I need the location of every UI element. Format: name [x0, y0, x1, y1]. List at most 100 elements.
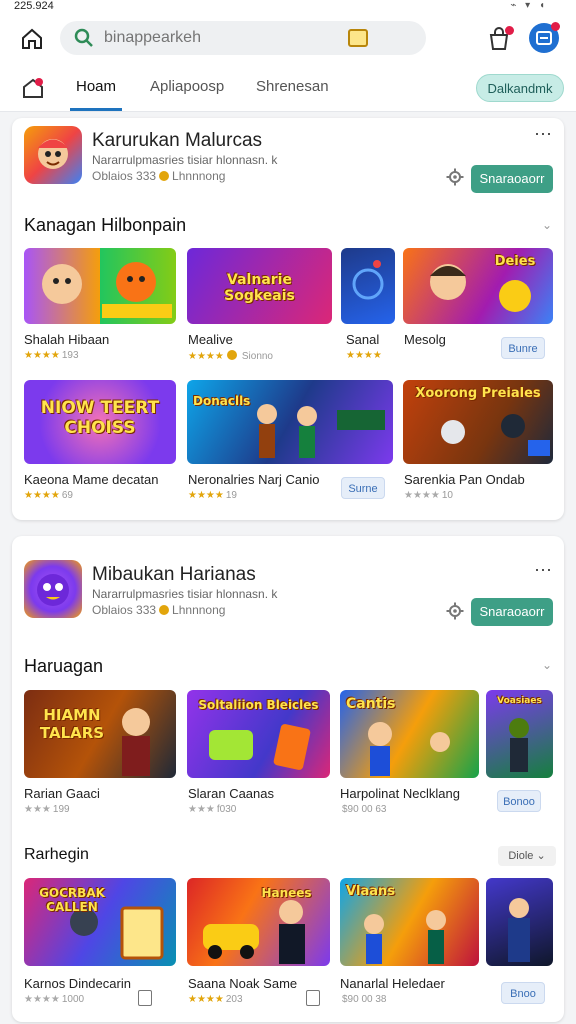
coin-icon [159, 171, 170, 181]
game-tile[interactable]: GOCRBAK CALLEN [24, 878, 176, 966]
app-icon[interactable] [24, 560, 82, 618]
profile-dot [551, 22, 560, 31]
get-button[interactable]: Bonoo [497, 790, 541, 812]
app-title: Karurukan Malurcas [92, 130, 263, 151]
tab-search[interactable]: Shrenesan [256, 78, 329, 95]
chevron-down-icon: ⌄ [536, 850, 546, 862]
search-input[interactable] [104, 29, 324, 47]
app-meta: Oblaios 333 Lhnnnong [92, 603, 225, 617]
gear-icon[interactable] [446, 602, 464, 620]
section-title: Rarhegin [24, 846, 89, 863]
app-meta-count: Oblaios 333 [92, 603, 157, 617]
app-meta-label: Lhnnnong [172, 603, 226, 617]
tile-rating: ★★★★ 1000 [24, 994, 85, 1005]
app-meta-label: Lhnnnong [172, 169, 226, 183]
tab-underline [70, 108, 122, 111]
top-bar [0, 14, 576, 64]
shopping-bag-icon[interactable] [138, 990, 152, 1006]
tile-banner: Soltaliion Bleicles [198, 698, 319, 712]
game-tile[interactable] [24, 248, 176, 324]
tile-label: Saana Noak Same [188, 976, 298, 991]
section-title: Kanagan Hilbonpain [24, 215, 187, 235]
tile-label: Slaran Caanas [188, 786, 274, 801]
scan-icon[interactable] [348, 29, 368, 47]
tile-rating: ★★★★ 10 [404, 490, 453, 501]
tile-label: Nanarlal Heledaer [340, 976, 445, 991]
tile-rating: ★★★★ 69 [24, 490, 73, 501]
home-icon [22, 28, 42, 49]
game-tile[interactable] [486, 878, 553, 966]
game-tile[interactable]: NIOW TEERT CHOISS [24, 380, 176, 464]
tile-banner: Cantis [346, 696, 396, 712]
get-button[interactable]: Surne [341, 477, 385, 499]
get-button[interactable]: Bunre [501, 337, 545, 359]
app-subtitle: Nararrulpmasries tisiar hlonnasn. k [92, 587, 278, 601]
tile-banner: Voasiaes [497, 696, 542, 706]
tile-banner: Hanees [261, 886, 312, 900]
game-tile[interactable]: Voasiaes [486, 690, 553, 778]
tile-rating: ★★★★ 19 [188, 490, 237, 501]
tile-label: Mealive [188, 332, 233, 347]
tile-banner: Deies [494, 254, 536, 269]
status-time: 225.924 [14, 0, 54, 12]
game-tile[interactable]: Soltaliion Bleicles [187, 690, 330, 778]
download-button[interactable]: Dalkandmk [476, 74, 564, 102]
home-button[interactable] [14, 21, 50, 57]
profile-button[interactable] [529, 22, 560, 53]
status-bar: 225.924 ⌁ ▾ ◖ [0, 0, 576, 14]
status-icons: ⌁ ▾ ◖ [510, 0, 548, 11]
tile-label: Karnos Dindecarin [24, 976, 131, 991]
search-bar[interactable] [60, 21, 426, 55]
tile-rating: ★★★★ [346, 350, 382, 361]
game-tile[interactable]: Hanees [187, 878, 330, 966]
app-icon[interactable] [24, 126, 82, 184]
app-card-2: Mibaukan Harianas Nararrulpmasries tisia… [12, 536, 564, 1022]
app-meta-count: Oblaios 333 [92, 169, 157, 183]
game-tile[interactable] [341, 248, 395, 324]
tab-home-icon[interactable] [22, 78, 44, 98]
chevron-down-icon[interactable]: ⌄ [542, 658, 552, 672]
tile-label: Shalah Hibaan [24, 332, 110, 347]
tile-banner: Vlaans [346, 884, 396, 899]
chevron-down-icon[interactable]: ⌄ [542, 218, 552, 232]
tile-label: Mesolg [404, 332, 446, 347]
app-subtitle: Nararrulpmasries tisiar hlonnasn. k [92, 153, 278, 167]
tile-rating: ★★★★ 203 [188, 994, 243, 1005]
app-meta: Oblaios 333 Lhnnnong [92, 169, 225, 183]
install-button[interactable]: Snaraoaorr [471, 165, 553, 193]
tile-label: Sanal [346, 332, 380, 347]
get-button[interactable]: Bnoo [501, 982, 545, 1004]
tile-label: Sarenkia Pan Ondab [404, 472, 525, 487]
shopping-bag-icon[interactable] [306, 990, 320, 1006]
tile-rating: $90 00 63 [342, 804, 387, 815]
tile-banner: Valnarie Sogkeais [224, 272, 295, 304]
game-tile[interactable]: Vlaans [340, 878, 479, 966]
tile-label: Kaeona Mame decatan [24, 472, 159, 487]
game-tile[interactable]: Valnarie Sogkeais [187, 248, 332, 324]
tile-banner: GOCRBAK CALLEN [39, 886, 105, 914]
tab-apps[interactable]: Apliapoosp [150, 78, 224, 95]
tab-home[interactable]: Hoam [76, 78, 116, 95]
filter-dropdown[interactable]: Diole ⌄ [498, 846, 556, 866]
coin-icon [159, 605, 170, 615]
tile-rating: $90 00 38 [342, 994, 387, 1005]
app-card-1: Karurukan Malurcas Nararrulpmasries tisi… [12, 118, 564, 520]
game-tile[interactable]: Donaclls [187, 380, 393, 464]
game-tile[interactable]: HIAMN TALARS [24, 690, 176, 778]
more-options-icon[interactable]: ⋯ [534, 560, 553, 581]
game-tile[interactable]: Xoorong Preiales [403, 380, 553, 464]
tile-banner: HIAMN TALARS [39, 706, 105, 742]
tile-rating: ★★★ 199 [24, 804, 70, 815]
game-tile[interactable]: Deies [403, 248, 553, 324]
more-options-icon[interactable]: ⋯ [534, 124, 553, 145]
tile-rating: ★★★ f030 [188, 804, 237, 815]
gear-icon[interactable] [446, 168, 464, 186]
notification-button[interactable] [486, 26, 514, 52]
tile-label: Rarian Gaaci [24, 786, 100, 801]
notification-dot [505, 26, 514, 35]
tile-rating: ★★★★ 193 [24, 350, 79, 361]
search-icon [74, 28, 93, 47]
install-button[interactable]: Snaraoaorr [471, 598, 553, 626]
game-tile[interactable]: Cantis [340, 690, 479, 778]
section-title: Haruagan [24, 656, 104, 676]
